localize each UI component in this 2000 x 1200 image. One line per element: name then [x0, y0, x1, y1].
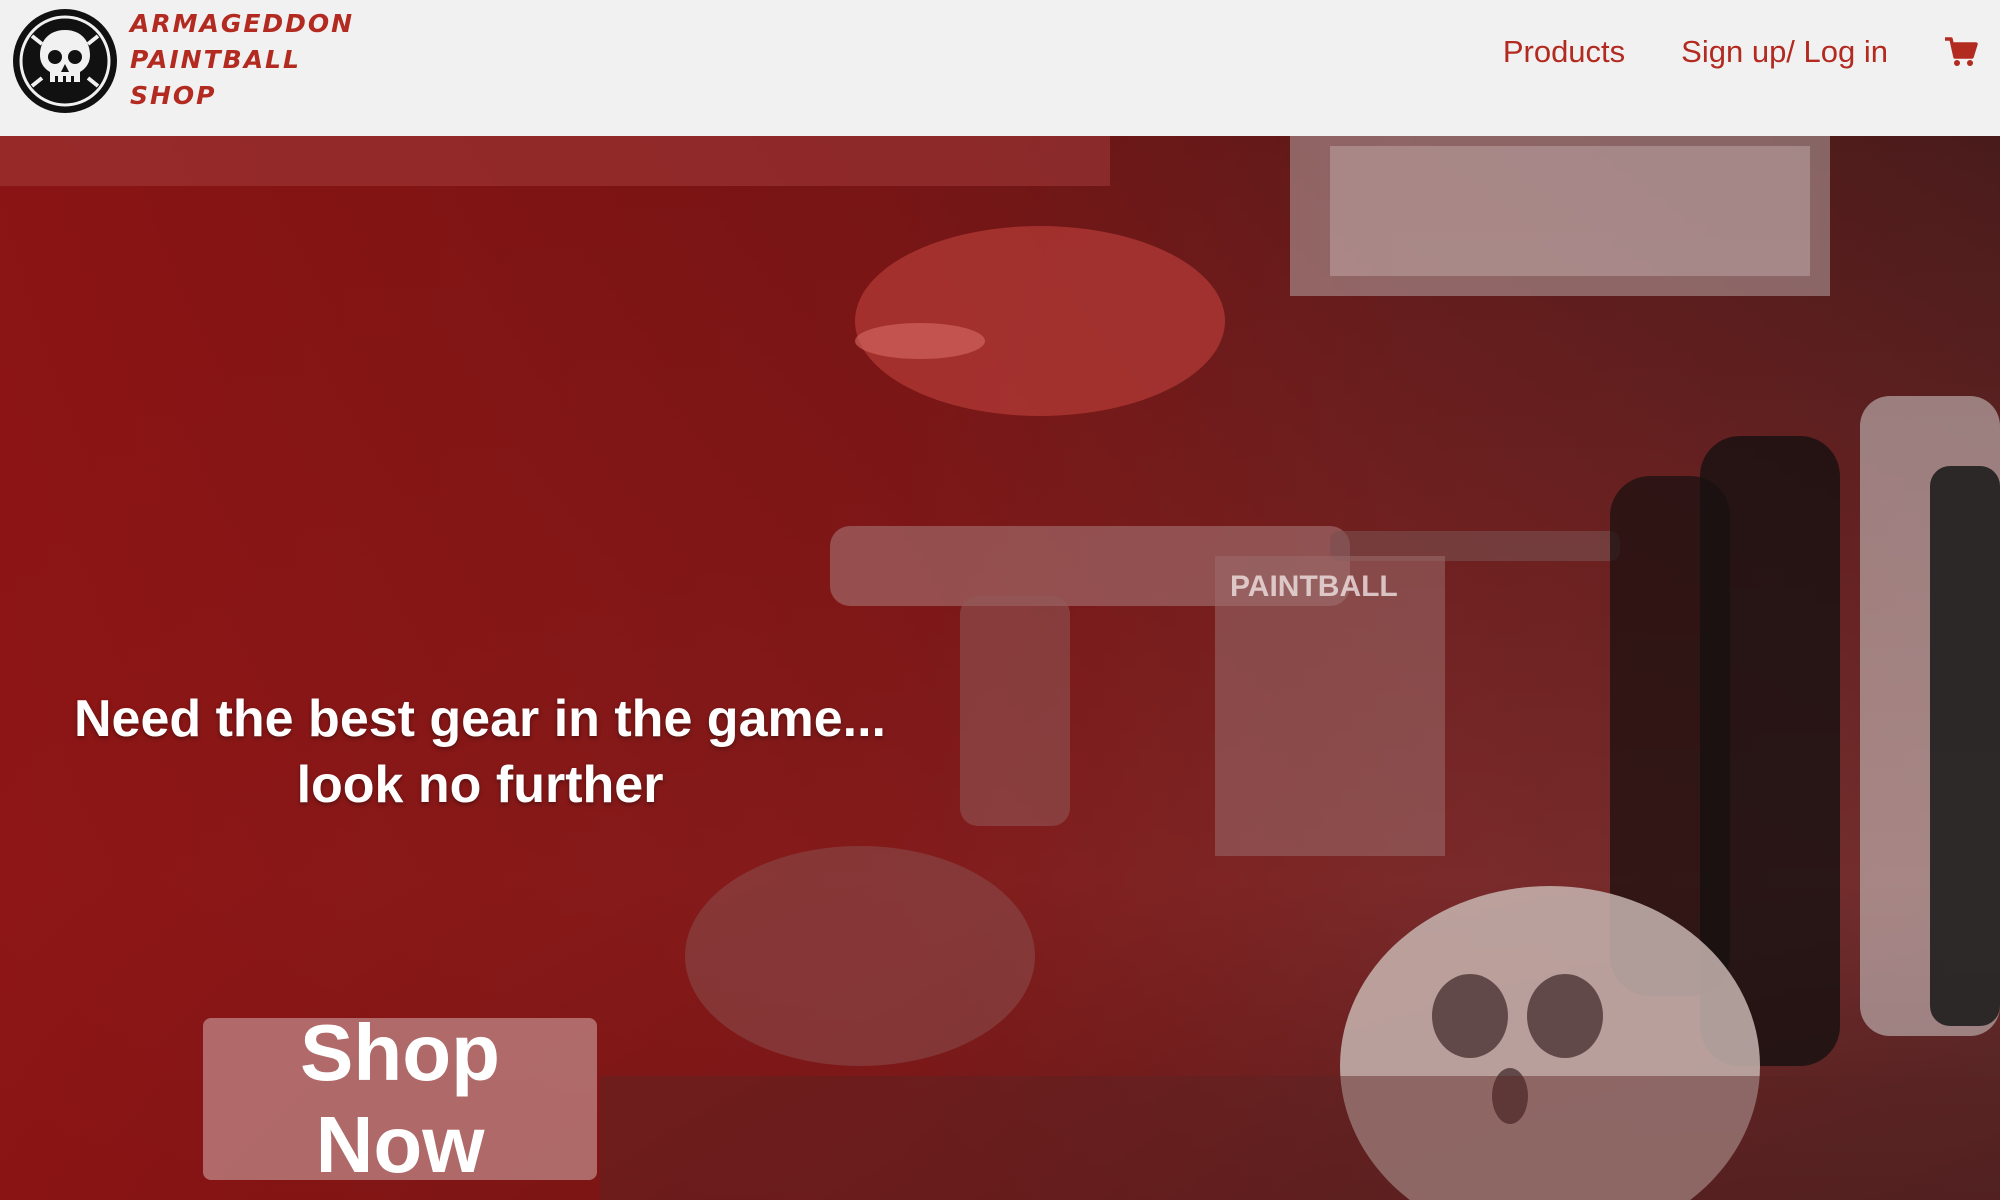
hero-headline: Need the best gear in the game... look n… — [60, 686, 900, 818]
nav-products-link[interactable]: Products — [1503, 34, 1625, 70]
hero-headline-line-1: Need the best gear in the game... — [74, 690, 886, 748]
main-nav: Products Sign up/ Log in — [1447, 28, 1978, 76]
site-header: Armageddon Paintball Shop Products Sign … — [0, 0, 2000, 136]
cart-icon[interactable] — [1944, 35, 1978, 69]
svg-text:PAINTBALL: PAINTBALL — [1230, 570, 1398, 603]
shop-now-button[interactable]: Shop Now — [203, 1008, 597, 1189]
nav-signup-login-link[interactable]: Sign up/ Log in — [1681, 34, 1888, 70]
hero-headline-line-2: look no further — [296, 756, 664, 814]
brand-name-line-1: Armageddon — [130, 9, 355, 38]
brand-logo[interactable]: Armageddon Paintball Shop — [10, 6, 410, 126]
hero-section: PAINTBALL Need the best gear in the game… — [0, 136, 2000, 1200]
brand-name-line-3: Shop — [130, 81, 217, 110]
brand-name-line-2: Paintball — [130, 45, 301, 74]
brand-name: Armageddon Paintball Shop — [130, 6, 354, 114]
skull-icon — [13, 9, 117, 113]
